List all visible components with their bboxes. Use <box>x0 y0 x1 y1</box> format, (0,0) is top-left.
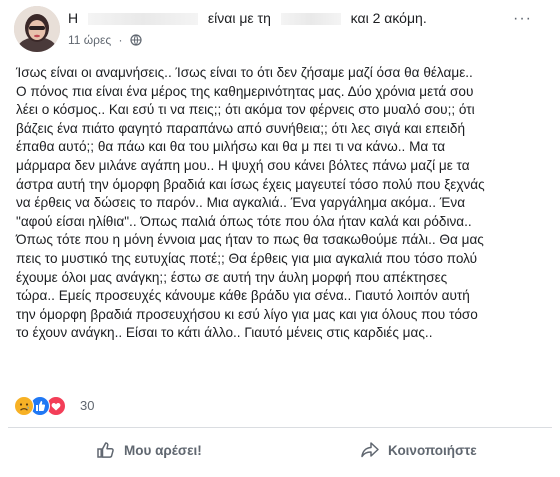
thumbs-up-icon <box>97 442 114 458</box>
post-text-line: τώρα.. Εμείς προσευχές κάνουμε κάθε βράδ… <box>16 288 470 304</box>
more-options-icon[interactable]: ··· <box>513 10 532 28</box>
post-text-line: άστρα αυτή την όμορφη βραδιά και ίσως έχ… <box>16 176 485 192</box>
post-header: Η είναι με τη και 2 ακόμη. 11 ώρες · ··· <box>10 6 550 54</box>
post-text-line: πεις το μυστικό της ευτυχίας ποτέ;; Θα έ… <box>16 250 478 266</box>
author-line: Η είναι με τη και 2 ακόμη. <box>68 10 427 26</box>
post-text-line: το έχουν ανάγκη.. Είσαι το κάτι άλλο.. Γ… <box>16 325 433 341</box>
post-text-line: Ίσως είναι οι αναμνήσεις.. Ίσως είναι το… <box>16 65 473 80</box>
separator-dot: · <box>118 33 123 47</box>
share-label: Κοινοποιήστε <box>388 442 477 458</box>
redacted-tag <box>280 13 341 26</box>
post-meta: 11 ώρες · <box>68 33 142 49</box>
post-text-line: έχουμε όλοι μας ανάγκη;; έστω σε αυτή τη… <box>16 269 448 285</box>
post-text-line: λέει ο κόσμος.. Και εσύ τι να πεις;; ότι… <box>16 102 475 118</box>
post-text-line: έπαθα αυτό;; θα πάω και θα του μιλήσω κα… <box>16 139 446 155</box>
post-body: Ίσως είναι οι αναμνήσεις.. Ίσως είναι το… <box>16 64 548 343</box>
author-avatar[interactable] <box>14 6 60 52</box>
share-arrow-icon <box>361 442 379 458</box>
sad-reaction-icon <box>14 396 34 416</box>
redacted-name <box>88 13 199 26</box>
post-text-line: "αφού είσαι ηλίθια".. Όπως παλιά όπως τό… <box>16 213 472 229</box>
avatar-photo <box>14 6 60 52</box>
globe-icon <box>130 34 142 49</box>
post-text-line: να έρθεις να δώσεις το παρόν.. Μια αγκαλ… <box>16 195 466 211</box>
others-link[interactable]: και 2 ακόμη. <box>351 10 427 26</box>
post-text-line: την όμορφη βραδιά προσευχήσου κι εσύ λίγ… <box>16 306 478 322</box>
like-label: Μου αρέσει! <box>124 442 202 458</box>
post-time[interactable]: 11 ώρες <box>68 33 111 47</box>
share-button[interactable]: Κοινοποιήστε <box>360 434 477 466</box>
post-card: Η είναι με τη και 2 ακόμη. 11 ώρες · ···… <box>0 0 560 477</box>
post-text-line: Όπως τότε που η μόνη έννοια μας ήταν το … <box>16 232 484 248</box>
reaction-count[interactable]: 30 <box>80 398 94 413</box>
post-actions: Μου αρέσει! Κοινοποιήστε <box>0 428 560 472</box>
post-text-line: βάζεις ένα πιάτο φαγητό παραπάνω από συν… <box>16 120 466 136</box>
tagged-text: είναι με τη <box>207 10 271 26</box>
like-button[interactable]: Μου αρέσει! <box>96 434 202 466</box>
author-name[interactable]: Η <box>68 10 78 26</box>
post-text-line: μάρμαρα δεν μιλάνε αγάπη μου.. Η ψυχή σο… <box>16 157 470 173</box>
post-text-line: Ο πόνος πια είναι ένα μέρος της καθημερι… <box>16 83 474 99</box>
